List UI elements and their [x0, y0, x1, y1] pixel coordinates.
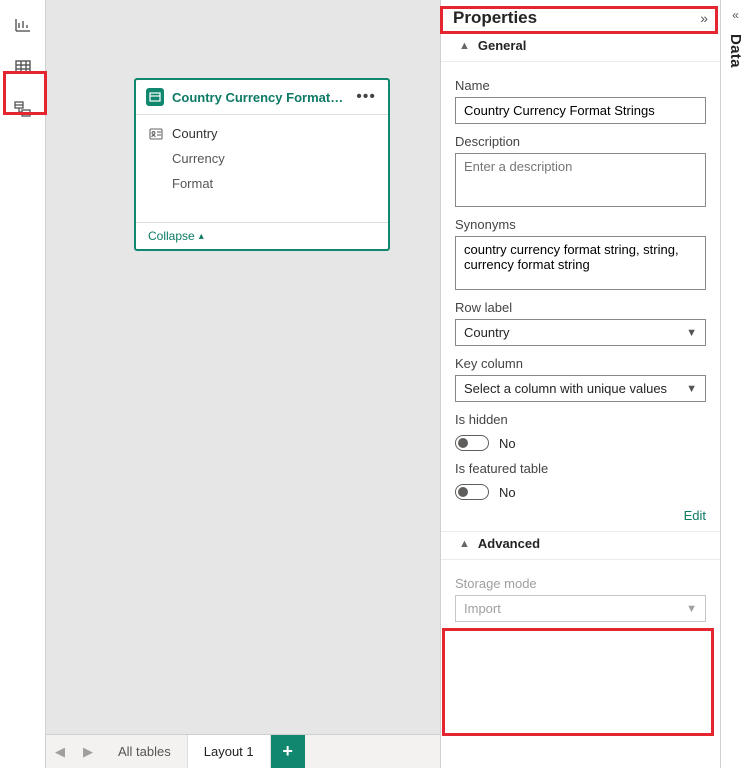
collapse-button[interactable]: Collapse ▴ [136, 222, 388, 249]
field-label: Country [172, 126, 218, 141]
data-view-button[interactable] [6, 50, 40, 84]
description-label: Description [455, 134, 706, 149]
collapse-properties-button[interactable]: » [700, 10, 708, 26]
tab-layout-1[interactable]: Layout 1 [188, 735, 271, 768]
is-featured-toggle[interactable] [455, 484, 489, 500]
row-label-value: Country [464, 325, 510, 340]
is-featured-value: No [499, 485, 516, 500]
table-field-format[interactable]: Format [136, 171, 388, 196]
chevron-up-icon: ▴ [199, 231, 204, 242]
view-rail [0, 0, 46, 768]
chevron-down-icon: ▼ [686, 327, 697, 339]
properties-panel: Properties » ▲ General Name Description … [440, 0, 720, 768]
name-label: Name [455, 78, 706, 93]
model-view-button[interactable] [6, 92, 40, 126]
tab-all-tables[interactable]: All tables [102, 735, 188, 768]
add-layout-button[interactable]: + [271, 735, 305, 768]
row-label-label: Row label [455, 300, 706, 315]
edit-link[interactable]: Edit [441, 504, 720, 531]
key-column-select[interactable]: Select a column with unique values ▼ [455, 375, 706, 402]
key-column-value: Select a column with unique values [464, 381, 667, 396]
table-field-currency[interactable]: Currency [136, 146, 388, 171]
general-label: General [478, 38, 526, 53]
is-hidden-toggle[interactable] [455, 435, 489, 451]
table-card-title: Country Currency Format Strings [172, 90, 346, 105]
data-pane-collapsed[interactable]: « Data [720, 0, 750, 768]
is-hidden-label: Is hidden [455, 412, 706, 427]
chevron-down-icon: ▼ [686, 603, 697, 615]
chevron-double-left-icon: « [732, 8, 739, 22]
chevron-up-icon: ▲ [459, 538, 470, 550]
storage-mode-value: Import [464, 601, 501, 616]
is-hidden-value: No [499, 436, 516, 451]
model-icon [13, 99, 33, 119]
chevron-double-right-icon: » [700, 10, 708, 26]
data-pane-label: Data [727, 34, 744, 68]
synonyms-label: Synonyms [455, 217, 706, 232]
synonyms-input[interactable]: country currency format string, string, … [455, 236, 706, 290]
table-field-country[interactable]: Country [136, 121, 388, 146]
table-icon [14, 58, 32, 76]
properties-title: Properties [453, 8, 537, 28]
advanced-label: Advanced [478, 536, 540, 551]
key-column-label: Key column [455, 356, 706, 371]
report-view-button[interactable] [6, 8, 40, 42]
tab-nav-prev[interactable]: ◀ [46, 735, 74, 768]
advanced-section-header[interactable]: ▲ Advanced [441, 532, 720, 560]
storage-mode-label: Storage mode [455, 576, 706, 591]
layout-tabstrip: ◀ ▶ All tables Layout 1 + [46, 734, 440, 768]
tab-nav-next[interactable]: ▶ [74, 735, 102, 768]
id-card-icon [148, 128, 164, 140]
description-input[interactable] [455, 153, 706, 207]
table-fields-list: Country Currency Format [136, 115, 388, 222]
model-canvas[interactable]: Country Currency Format Strings ••• Coun… [46, 0, 440, 768]
general-section-header[interactable]: ▲ General [441, 34, 720, 62]
chevron-up-icon: ▲ [459, 40, 470, 52]
chevron-down-icon: ▼ [686, 383, 697, 395]
table-card-more-button[interactable]: ••• [354, 88, 378, 106]
is-featured-label: Is featured table [455, 461, 706, 476]
field-label: Format [172, 176, 213, 191]
name-input[interactable] [455, 97, 706, 124]
table-badge-icon [146, 88, 164, 106]
row-label-select[interactable]: Country ▼ [455, 319, 706, 346]
collapse-label: Collapse [148, 229, 195, 243]
expand-data-button[interactable]: « [732, 8, 739, 22]
table-card-header[interactable]: Country Currency Format Strings ••• [136, 80, 388, 115]
bar-chart-icon [14, 16, 32, 34]
field-label: Currency [172, 151, 225, 166]
storage-mode-select: Import ▼ [455, 595, 706, 622]
table-card[interactable]: Country Currency Format Strings ••• Coun… [134, 78, 390, 251]
